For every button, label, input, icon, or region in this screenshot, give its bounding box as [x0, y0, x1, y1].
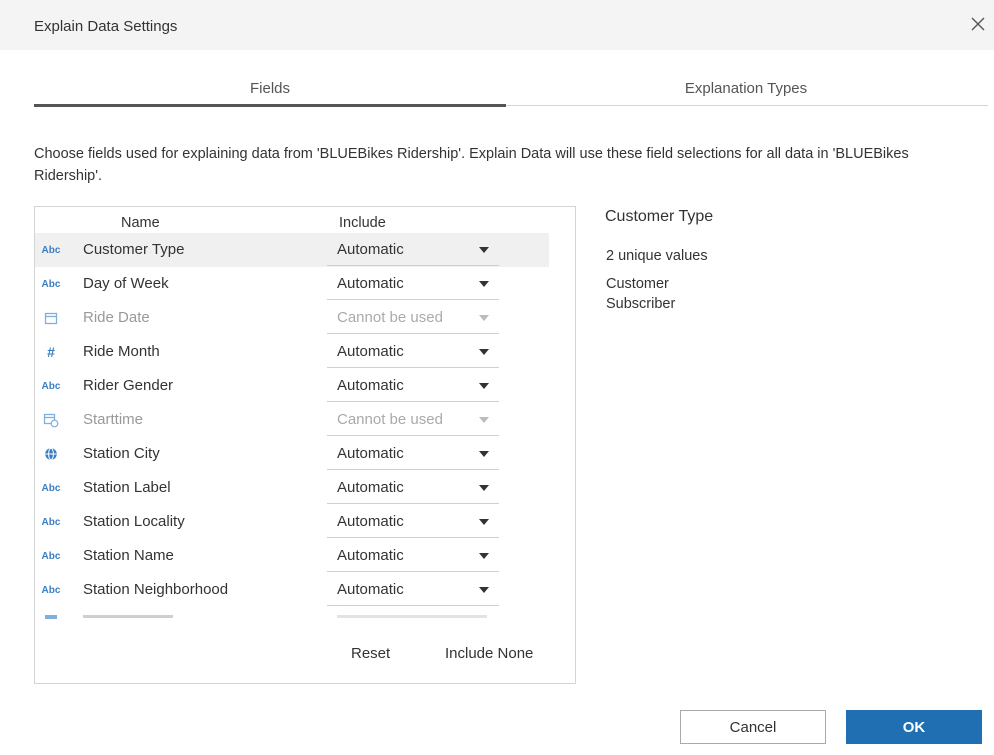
field-name: Station Neighborhood [83, 581, 229, 598]
abc-icon: Abc [41, 482, 61, 494]
dialog-title: Explain Data Settings [34, 18, 178, 35]
number-icon: # [47, 344, 55, 360]
caret-down-icon [479, 553, 489, 559]
table-row[interactable]: Abc Station Locality Automatic [35, 505, 549, 539]
field-name: Day of Week [83, 275, 169, 292]
include-dropdown[interactable]: Automatic [327, 437, 499, 470]
abc-icon: Abc [41, 380, 61, 392]
table-row[interactable]: Abc Station Label Automatic [35, 471, 549, 505]
include-value: Automatic [337, 275, 404, 292]
caret-down-icon [479, 417, 489, 423]
cancel-button[interactable]: Cancel [680, 710, 826, 744]
clipped-include-value [337, 615, 487, 618]
tab-fields[interactable]: Fields [34, 80, 506, 97]
field-name: Station Locality [83, 513, 185, 530]
table-row[interactable]: Abc Rider Gender Automatic [35, 369, 549, 403]
include-dropdown[interactable]: Automatic [327, 369, 499, 402]
field-name: Starttime [83, 411, 144, 428]
include-dropdown[interactable]: Automatic [327, 267, 499, 300]
caret-down-icon [479, 451, 489, 457]
caret-down-icon [479, 247, 489, 253]
description-text: Choose fields used for explaining data f… [34, 146, 909, 184]
include-dropdown[interactable]: Automatic [327, 335, 499, 368]
include-none-button[interactable]: Include None [445, 645, 533, 662]
include-value: Automatic [337, 343, 404, 360]
details-title: Customer Type [605, 208, 714, 225]
include-dropdown[interactable]: Cannot be used [327, 403, 499, 436]
field-name: Ride Date [83, 309, 150, 326]
include-value: Cannot be used [337, 309, 443, 326]
caret-down-icon [479, 383, 489, 389]
field-name: Station Name [83, 547, 174, 564]
unique-value-item: Subscriber [606, 296, 676, 312]
unique-values-count: 2 unique values [606, 248, 708, 264]
field-name: Rider Gender [83, 377, 174, 394]
tab-divider [506, 105, 988, 106]
table-row[interactable]: # Ride Month Automatic [35, 335, 549, 369]
calendar-icon [45, 615, 57, 619]
abc-icon: Abc [41, 550, 61, 562]
include-value: Automatic [337, 241, 404, 258]
table-row-clipped [35, 609, 549, 619]
include-value: Automatic [337, 513, 404, 530]
include-dropdown[interactable]: Automatic [327, 471, 499, 504]
include-dropdown[interactable]: Automatic [327, 539, 499, 572]
include-value: Automatic [337, 377, 404, 394]
field-name: Ride Month [83, 343, 160, 360]
calendar-clock-icon [39, 412, 63, 428]
include-dropdown[interactable]: Automatic [327, 573, 499, 606]
clipped-field-name [83, 615, 173, 618]
abc-icon: Abc [41, 244, 61, 256]
include-dropdown[interactable]: Cannot be used [327, 301, 499, 334]
table-row[interactable]: Ride Date Cannot be used [35, 301, 549, 335]
include-value: Automatic [337, 581, 404, 598]
table-row[interactable]: Abc Day of Week Automatic [35, 267, 549, 301]
field-name: Station City [83, 445, 160, 462]
field-name: Customer Type [83, 241, 185, 258]
include-value: Automatic [337, 479, 404, 496]
table-row[interactable]: Abc Customer Type Automatic [35, 233, 549, 267]
close-icon[interactable] [968, 14, 988, 34]
abc-icon: Abc [41, 584, 61, 596]
ok-button[interactable]: OK [846, 710, 982, 744]
caret-down-icon [479, 315, 489, 321]
abc-icon: Abc [41, 278, 61, 290]
fields-panel: Name Include Abc Customer Type Automatic… [34, 206, 576, 684]
abc-icon: Abc [41, 516, 61, 528]
include-value: Cannot be used [337, 411, 443, 428]
unique-value-item: Customer [606, 276, 669, 292]
include-value: Automatic [337, 445, 404, 462]
column-header-include: Include [339, 215, 386, 231]
caret-down-icon [479, 485, 489, 491]
caret-down-icon [479, 519, 489, 525]
caret-down-icon [479, 349, 489, 355]
caret-down-icon [479, 281, 489, 287]
include-dropdown[interactable]: Automatic [327, 233, 499, 266]
table-row[interactable]: Station City Automatic [35, 437, 549, 471]
table-row[interactable]: Abc Station Neighborhood Automatic [35, 573, 549, 607]
tab-explanation-types[interactable]: Explanation Types [506, 80, 986, 97]
reset-button[interactable]: Reset [351, 645, 390, 662]
include-dropdown[interactable]: Automatic [327, 505, 499, 538]
calendar-icon [39, 310, 63, 326]
table-row[interactable]: Starttime Cannot be used [35, 403, 549, 437]
active-tab-indicator [34, 104, 506, 107]
globe-icon [39, 446, 63, 462]
include-value: Automatic [337, 547, 404, 564]
field-name: Station Label [83, 479, 171, 496]
caret-down-icon [479, 587, 489, 593]
table-row[interactable]: Abc Station Name Automatic [35, 539, 549, 573]
column-header-name: Name [121, 215, 160, 231]
